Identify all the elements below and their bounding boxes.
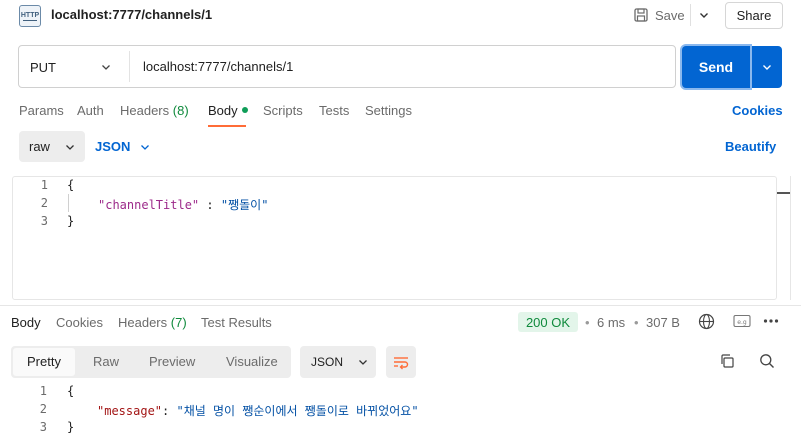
send-button[interactable]: Send — [682, 46, 750, 88]
json-value: "채널 명이 쨍순이에서 쨍돌이로 바뀌었어요" — [176, 404, 419, 418]
http-request-icon: HTTP — [19, 5, 41, 27]
line-number: 3 — [39, 420, 47, 434]
line-number: 3 — [40, 214, 48, 228]
code-close-brace: } — [67, 214, 75, 228]
body-language-select[interactable]: JSON — [95, 139, 130, 154]
response-code-line: "message": "채널 명이 쨍순이에서 쨍돌이로 바뀌었어요" — [97, 402, 419, 419]
body-mode-label: raw — [29, 139, 50, 154]
save-example-icon[interactable]: e.g — [733, 314, 751, 328]
wrap-icon — [392, 354, 410, 370]
tab-headers[interactable]: Headers (8) — [120, 103, 189, 118]
tab-response-headers[interactable]: Headers (7) — [118, 315, 187, 330]
scroll-indicator[interactable] — [777, 192, 790, 194]
response-divider[interactable] — [0, 305, 801, 306]
chevron-down-icon — [64, 141, 76, 153]
separator-dot: • — [585, 315, 590, 330]
url-bar — [18, 45, 676, 88]
response-format-select[interactable]: JSON — [300, 346, 376, 378]
share-button[interactable]: Share — [725, 2, 783, 29]
request-title[interactable]: localhost:7777/channels/1 — [51, 7, 212, 22]
view-pretty[interactable]: Pretty — [27, 354, 61, 369]
chevron-down-icon[interactable] — [139, 141, 151, 153]
line-number: 2 — [40, 196, 48, 210]
response-time[interactable]: 6 ms — [597, 315, 625, 330]
line-number: 1 — [40, 178, 48, 192]
modified-indicator — [241, 107, 248, 113]
tab-tests[interactable]: Tests — [319, 103, 349, 118]
code-open-brace: { — [67, 178, 75, 192]
tab-response-headers-label: Headers — [118, 315, 168, 330]
copy-icon[interactable] — [719, 353, 735, 369]
svg-text:e.g: e.g — [737, 319, 747, 326]
body-mode-select[interactable]: raw — [19, 131, 85, 162]
request-body-editor[interactable] — [12, 176, 777, 300]
json-key: "channelTitle" — [98, 198, 200, 212]
http-icon-text: HTTP — [20, 11, 40, 19]
send-options-button[interactable] — [752, 46, 782, 88]
separator-dot: • — [634, 315, 639, 330]
tab-headers-count: (8) — [172, 103, 189, 118]
tab-response-cookies[interactable]: Cookies — [56, 315, 103, 330]
tab-response-body[interactable]: Body — [11, 315, 41, 330]
indent-guide — [68, 194, 69, 212]
tab-test-results[interactable]: Test Results — [201, 315, 272, 330]
tab-response-headers-count: (7) — [170, 315, 187, 330]
chevron-down-icon — [357, 356, 369, 368]
active-tab-underline — [208, 125, 246, 127]
tab-scripts[interactable]: Scripts — [263, 103, 303, 118]
status-badge[interactable]: 200 OK — [518, 312, 578, 332]
divider — [690, 4, 691, 26]
view-raw[interactable]: Raw — [93, 354, 119, 369]
divider — [129, 51, 130, 82]
search-icon[interactable] — [759, 353, 775, 369]
response-close-brace: } — [67, 420, 75, 434]
globe-icon[interactable] — [698, 313, 715, 330]
wrap-lines-button[interactable] — [386, 346, 416, 378]
response-open-brace: { — [67, 384, 75, 398]
tab-settings[interactable]: Settings — [365, 103, 412, 118]
chevron-down-icon — [761, 61, 773, 73]
json-value: "쨍돌이" — [220, 198, 269, 212]
response-size[interactable]: 307 B — [646, 315, 680, 330]
beautify-button[interactable]: Beautify — [725, 139, 776, 154]
json-colon: : — [162, 404, 177, 418]
tab-params[interactable]: Params — [19, 103, 64, 118]
chevron-down-icon[interactable] — [100, 61, 112, 73]
line-number: 1 — [39, 384, 47, 398]
url-input[interactable]: localhost:7777/channels/1 — [143, 59, 293, 74]
tab-body-label: Body — [208, 103, 238, 118]
code-line: "channelTitle" : "쨍돌이" — [98, 196, 268, 213]
line-number: 2 — [39, 402, 47, 416]
tab-auth[interactable]: Auth — [77, 103, 104, 118]
method-select[interactable]: PUT — [30, 60, 56, 75]
tab-body[interactable]: Body — [208, 103, 248, 118]
view-preview[interactable]: Preview — [149, 354, 195, 369]
json-key: "message" — [97, 404, 163, 418]
view-visualize[interactable]: Visualize — [226, 354, 278, 369]
save-icon — [633, 7, 649, 23]
scrollbar-track — [790, 176, 791, 300]
response-format-label: JSON — [311, 355, 344, 369]
json-colon: : — [199, 198, 221, 212]
tab-headers-label: Headers — [120, 103, 170, 118]
more-options-icon[interactable] — [763, 318, 779, 324]
save-label: Save — [655, 7, 685, 23]
save-button[interactable]: Save — [633, 4, 685, 26]
chevron-down-icon[interactable] — [697, 8, 711, 22]
cookies-link[interactable]: Cookies — [732, 103, 783, 118]
